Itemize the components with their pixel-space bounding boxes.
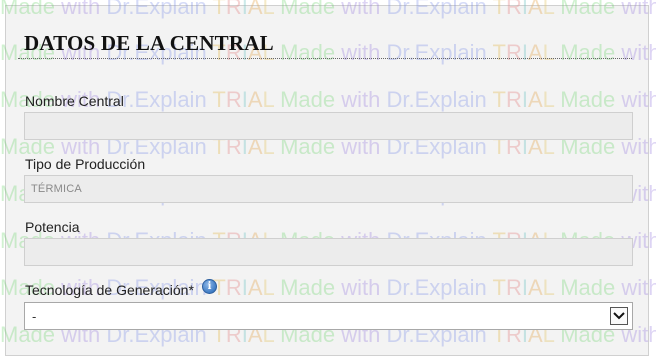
title-divider — [18, 58, 632, 59]
tipo-produccion-field[interactable]: TÉRMICA — [24, 175, 633, 203]
potencia-field[interactable] — [24, 238, 633, 266]
form-content: DATOS DE LA CENTRAL Nombre Central Tipo … — [0, 0, 656, 363]
nombre-central-field[interactable] — [24, 112, 633, 140]
tecnologia-generacion-label: Tecnología de Generación* — [25, 282, 194, 298]
select-value: - — [32, 309, 37, 324]
nombre-central-label: Nombre Central — [25, 93, 124, 109]
section-title: DATOS DE LA CENTRAL — [24, 31, 274, 55]
tecnologia-generacion-select[interactable]: - — [24, 302, 633, 330]
tipo-produccion-label: Tipo de Producción — [25, 156, 146, 172]
potencia-label: Potencia — [25, 219, 80, 235]
chevron-down-icon[interactable] — [610, 307, 628, 325]
info-icon[interactable]: i — [202, 279, 217, 294]
